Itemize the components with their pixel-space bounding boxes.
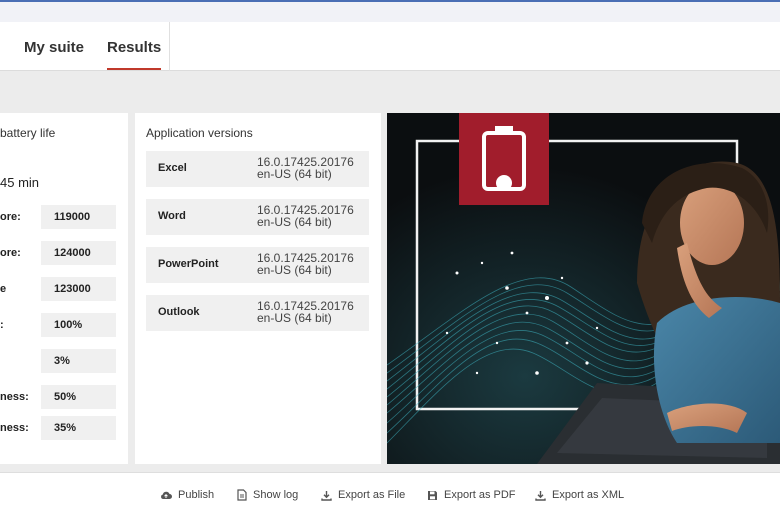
- tab-my-suite[interactable]: My suite: [24, 22, 84, 71]
- hero-illustration: [387, 113, 780, 464]
- version-row-outlook: Outlook 16.0.17425.20176 en-US (64 bit): [146, 295, 369, 331]
- tab-divider: [169, 22, 170, 71]
- active-tab-underline: [107, 68, 162, 70]
- version-row-word: Word 16.0.17425.20176 en-US (64 bit): [146, 199, 369, 235]
- app-name: Excel: [158, 162, 187, 174]
- app-locale: en-US (64 bit): [257, 311, 332, 325]
- app-locale: en-US (64 bit): [257, 167, 332, 181]
- battery-duration: 45 min: [0, 175, 40, 190]
- stat-label: ness:: [0, 391, 29, 403]
- stat-value: 50%: [41, 385, 116, 409]
- hero-artwork: [387, 113, 780, 464]
- stat-label: e: [0, 283, 7, 295]
- download-icon: [321, 490, 332, 501]
- app-version-info: 16.0.17425.20176 en-US (64 bit): [257, 300, 354, 324]
- download-icon: [535, 490, 546, 501]
- show-log-label: Show log: [253, 489, 299, 501]
- app-locale: en-US (64 bit): [257, 215, 332, 229]
- stat-label: ore:: [0, 247, 21, 259]
- stat-label: ore:: [0, 211, 21, 223]
- window-top-strip: [0, 0, 780, 22]
- publish-label: Publish: [178, 489, 215, 501]
- version-row-excel: Excel 16.0.17425.20176 en-US (64 bit): [146, 151, 369, 187]
- app-name: Word: [158, 210, 186, 222]
- save-icon: [428, 490, 437, 500]
- stat-label: ness:: [0, 422, 29, 434]
- versions-heading: Application versions: [146, 126, 253, 140]
- stat-label: :: [0, 319, 4, 331]
- stat-value: 3%: [41, 349, 116, 373]
- app-name: PowerPoint: [158, 258, 219, 270]
- export-pdf-button[interactable]: Export as PDF: [427, 473, 516, 516]
- tab-bar: My suite Results: [0, 22, 780, 71]
- export-file-button[interactable]: Export as File: [321, 473, 405, 516]
- stat-value: 35%: [41, 416, 116, 440]
- export-file-label: Export as File: [338, 489, 406, 501]
- battery-heading: battery life: [0, 126, 56, 140]
- application-versions-panel: Application versions Excel 16.0.17425.20…: [135, 113, 381, 464]
- app-version-info: 16.0.17425.20176 en-US (64 bit): [257, 252, 354, 276]
- version-row-powerpoint: PowerPoint 16.0.17425.20176 en-US (64 bi…: [146, 247, 369, 283]
- app-version-info: 16.0.17425.20176 en-US (64 bit): [257, 204, 354, 228]
- tab-results[interactable]: Results: [107, 22, 162, 71]
- export-xml-label: Export as XML: [552, 489, 625, 501]
- document-icon: [237, 489, 247, 501]
- battery-level-dot: [496, 175, 512, 191]
- stat-value: 100%: [41, 313, 116, 337]
- publish-button[interactable]: Publish: [160, 473, 214, 516]
- show-log-button[interactable]: Show log: [237, 473, 298, 516]
- stat-value: 119000: [41, 205, 116, 229]
- export-xml-button[interactable]: Export as XML: [535, 473, 624, 516]
- stat-value: 124000: [41, 241, 116, 265]
- battery-results-panel: battery life 45 min ore: 119000 ore: 124…: [0, 113, 128, 464]
- cloud-upload-icon: [161, 491, 172, 500]
- tab-results-label: Results: [107, 39, 162, 56]
- app-version-info: 16.0.17425.20176 en-US (64 bit): [257, 156, 354, 180]
- app-locale: en-US (64 bit): [257, 263, 332, 277]
- action-bar: Publish Show log Export as File Export a…: [0, 472, 780, 516]
- stat-value: 123000: [41, 277, 116, 301]
- export-pdf-label: Export as PDF: [444, 489, 516, 501]
- app-name: Outlook: [158, 306, 200, 318]
